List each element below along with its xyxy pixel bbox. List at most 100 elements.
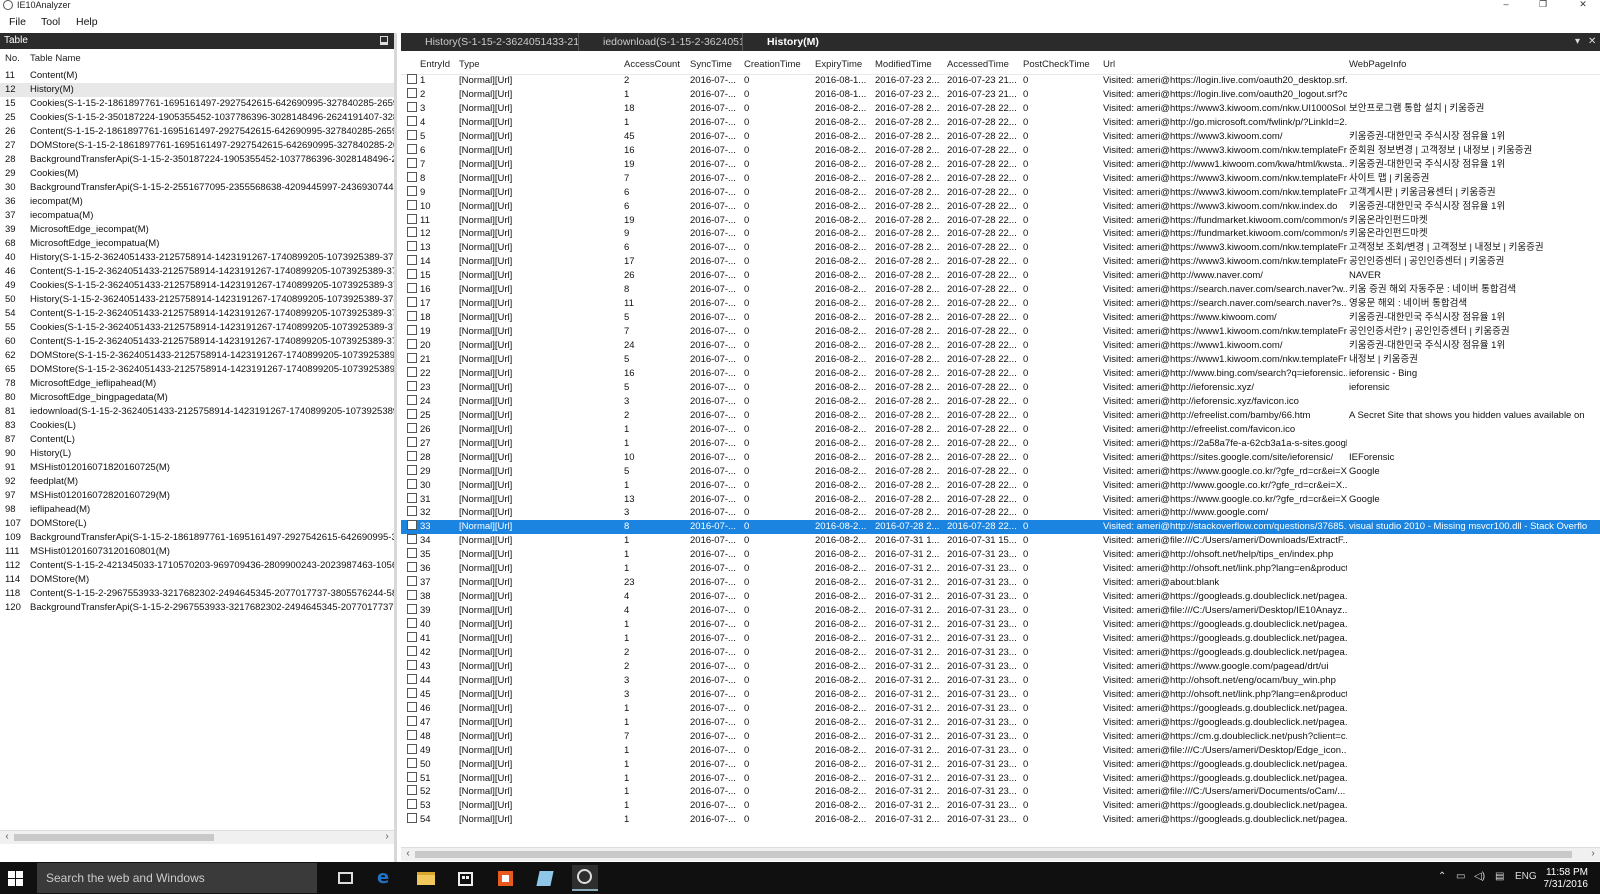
table-list-item[interactable]: 68 MicrosoftEdge_iecompatua(M): [0, 237, 394, 251]
row-checkbox[interactable]: [407, 325, 417, 336]
row-checkbox[interactable]: [407, 171, 417, 182]
table-row[interactable]: 36 [Normal][Url] 1 2016-07-... 0 2016-08-2...…: [401, 562, 1600, 576]
column-header-creationtime[interactable]: CreationTime: [744, 59, 801, 70]
table-row[interactable]: 25 [Normal][Url] 2 2016-07-... 0 2016-08-2...…: [401, 408, 1600, 423]
table-row[interactable]: 15 [Normal][Url] 26 2016-07-... 0 2016-08-2..…: [401, 269, 1600, 283]
table-list-item[interactable]: 15 Cookies(S-1-15-2-1861897761-1695161497…: [0, 97, 394, 111]
table-row[interactable]: 34 [Normal][Url] 1 2016-07-... 0 2016-08-2...…: [401, 534, 1600, 548]
row-checkbox[interactable]: [407, 436, 417, 447]
table-list-item[interactable]: 39 MicrosoftEdge_iecompat(M): [0, 223, 394, 237]
table-list-item[interactable]: 55 Cookies(S-1-15-2-3624051433-2125758914…: [0, 321, 394, 335]
row-checkbox[interactable]: [407, 534, 417, 545]
row-checkbox[interactable]: [407, 520, 417, 531]
table-list-item[interactable]: 25 Cookies(S-1-15-2-350187224-1905355452-…: [0, 111, 394, 125]
row-checkbox[interactable]: [407, 673, 417, 684]
menu-file[interactable]: File: [9, 15, 26, 29]
table-row[interactable]: 40 [Normal][Url] 1 2016-07-... 0 2016-08-2...…: [401, 618, 1600, 632]
table-list-item[interactable]: 37 iecompatua(M): [0, 209, 394, 223]
table-row[interactable]: 12 [Normal][Url] 9 2016-07-... 0 2016-08-2...…: [401, 227, 1600, 241]
table-row[interactable]: 21 [Normal][Url] 5 2016-07-... 0 2016-08-2...…: [401, 353, 1600, 367]
table-row[interactable]: 7 [Normal][Url] 19 2016-07-... 0 2016-08-2...…: [401, 157, 1600, 172]
table-list-item[interactable]: 114 DOMStore(M): [0, 573, 394, 587]
table-row[interactable]: 6 [Normal][Url] 16 2016-07-... 0 2016-08-2...…: [401, 143, 1600, 158]
language-indicator[interactable]: ENG: [1515, 870, 1537, 884]
table-row[interactable]: 14 [Normal][Url] 17 2016-07-... 0 2016-08-2..…: [401, 255, 1600, 269]
table-list-item[interactable]: 62 DOMStore(S-1-15-2-3624051433-212575891…: [0, 349, 394, 363]
table-list-item[interactable]: 54 Content(S-1-15-2-3624051433-2125758914…: [0, 307, 394, 321]
row-checkbox[interactable]: [407, 701, 417, 712]
table-list-item[interactable]: 97 MSHist012016072820160729(M): [0, 489, 394, 503]
table-row[interactable]: 8 [Normal][Url] 7 2016-07-... 0 2016-08-2... 2…: [401, 171, 1600, 186]
column-header-entryid[interactable]: EntryId: [420, 59, 450, 70]
row-checkbox[interactable]: [407, 562, 417, 573]
row-checkbox[interactable]: [407, 366, 417, 377]
table-list-item[interactable]: 118 Content(S-1-15-2-2967553933-321768230…: [0, 587, 394, 601]
table-list-item[interactable]: 90 History(L): [0, 447, 394, 461]
table-list-item[interactable]: 120 BackgroundTransferApi(S-1-15-2-296755…: [0, 601, 394, 615]
table-row[interactable]: 47 [Normal][Url] 1 2016-07-... 0 2016-08-2...…: [401, 715, 1600, 730]
minimize-button[interactable]: –: [1496, 0, 1516, 10]
row-checkbox[interactable]: [407, 269, 417, 280]
row-checkbox[interactable]: [407, 380, 417, 391]
table-list-item[interactable]: 91 MSHist012016071820160725(M): [0, 461, 394, 475]
scroll-left-arrow[interactable]: ‹: [0, 831, 14, 844]
table-row[interactable]: 42 [Normal][Url] 2 2016-07-... 0 2016-08-2...…: [401, 645, 1600, 660]
row-checkbox[interactable]: [407, 813, 417, 824]
row-checkbox[interactable]: [407, 255, 417, 266]
grid-scroll-left-arrow[interactable]: ‹: [401, 848, 415, 861]
row-checkbox[interactable]: [407, 478, 417, 489]
table-list-item[interactable]: 27 DOMStore(S-1-15-2-1861897761-169516149…: [0, 139, 394, 153]
row-checkbox[interactable]: [407, 743, 417, 754]
table-list-item[interactable]: 60 Content(S-1-15-2-3624051433-2125758914…: [0, 335, 394, 349]
table-row[interactable]: 33 [Normal][Url] 8 2016-07-... 0 2016-08-2...…: [401, 520, 1600, 535]
table-row[interactable]: 26 [Normal][Url] 1 2016-07-... 0 2016-08-2...…: [401, 422, 1600, 437]
table-row[interactable]: 11 [Normal][Url] 19 2016-07-... 0 2016-08-2..…: [401, 213, 1600, 228]
table-row[interactable]: 44 [Normal][Url] 3 2016-07-... 0 2016-08-2...…: [401, 673, 1600, 688]
network-icon[interactable]: ▭: [1456, 870, 1465, 884]
row-checkbox[interactable]: [407, 632, 417, 642]
table-list-item[interactable]: 111 MSHist012016073120160801(M): [0, 545, 394, 559]
table-row[interactable]: 50 [Normal][Url] 1 2016-07-... 0 2016-08-2...…: [401, 757, 1600, 772]
row-checkbox[interactable]: [407, 227, 417, 238]
table-list-item[interactable]: 30 BackgroundTransferApi(S-1-15-2-2551677…: [0, 181, 394, 195]
table-row[interactable]: 9 [Normal][Url] 6 2016-07-... 0 2016-08-2... 2…: [401, 185, 1600, 200]
table-row[interactable]: 39 [Normal][Url] 4 2016-07-... 0 2016-08-2...…: [401, 604, 1600, 618]
table-row[interactable]: 53 [Normal][Url] 1 2016-07-... 0 2016-08-2...…: [401, 799, 1600, 813]
table-list-item[interactable]: 87 Content(L): [0, 433, 394, 447]
row-checkbox[interactable]: [407, 548, 417, 559]
table-row[interactable]: 49 [Normal][Url] 1 2016-07-... 0 2016-08-2...…: [401, 743, 1600, 758]
row-checkbox[interactable]: [407, 101, 417, 112]
tab-history-m[interactable]: History(M): [743, 33, 843, 51]
row-checkbox[interactable]: [407, 394, 417, 405]
row-checkbox[interactable]: [407, 241, 417, 252]
column-header-table-name[interactable]: Table Name: [30, 53, 81, 64]
table-list-item[interactable]: 36 iecompat(M): [0, 195, 394, 209]
row-checkbox[interactable]: [407, 353, 417, 363]
edge-icon[interactable]: e: [375, 868, 397, 888]
table-row[interactable]: 54 [Normal][Url] 1 2016-07-... 0 2016-08-2...…: [401, 813, 1600, 827]
table-row[interactable]: 4 [Normal][Url] 1 2016-07-... 0 2016-08-2... 2…: [401, 115, 1600, 130]
row-checkbox[interactable]: [407, 729, 417, 740]
row-checkbox[interactable]: [407, 464, 417, 475]
row-checkbox[interactable]: [407, 422, 417, 433]
table-list-item[interactable]: 50 History(S-1-15-2-3624051433-2125758914…: [0, 293, 394, 307]
row-checkbox[interactable]: [407, 283, 417, 294]
table-row[interactable]: 3 [Normal][Url] 18 2016-07-... 0 2016-08-2...…: [401, 101, 1600, 116]
row-checkbox[interactable]: [407, 87, 417, 98]
table-list-item[interactable]: 11 Content(M): [0, 69, 394, 83]
table-list-item[interactable]: 40 History(S-1-15-2-3624051433-2125758914…: [0, 251, 394, 265]
menu-help[interactable]: Help: [76, 15, 98, 29]
tab-dropdown-icon[interactable]: ▾: [1575, 35, 1580, 49]
table-row[interactable]: 1 [Normal][Url] 2 2016-07-... 0 2016-08-1... 2…: [401, 74, 1600, 88]
grid-scroll-thumb[interactable]: [415, 851, 1572, 858]
row-checkbox[interactable]: [407, 143, 417, 154]
column-header-postchecktime[interactable]: PostCheckTime: [1023, 59, 1090, 70]
taskbar-search-box[interactable]: Search the web and Windows: [37, 863, 317, 893]
chevron-up-icon[interactable]: ⌃: [1438, 870, 1446, 884]
ie10analyzer-icon[interactable]: [572, 865, 598, 891]
table-row[interactable]: 2 [Normal][Url] 1 2016-07-... 0 2016-08-1... 2…: [401, 87, 1600, 102]
table-row[interactable]: 35 [Normal][Url] 1 2016-07-... 0 2016-08-2...…: [401, 548, 1600, 562]
file-explorer-icon[interactable]: [415, 868, 437, 888]
table-row[interactable]: 23 [Normal][Url] 5 2016-07-... 0 2016-08-2...…: [401, 380, 1600, 395]
table-row[interactable]: 51 [Normal][Url] 1 2016-07-... 0 2016-08-2...…: [401, 771, 1600, 786]
